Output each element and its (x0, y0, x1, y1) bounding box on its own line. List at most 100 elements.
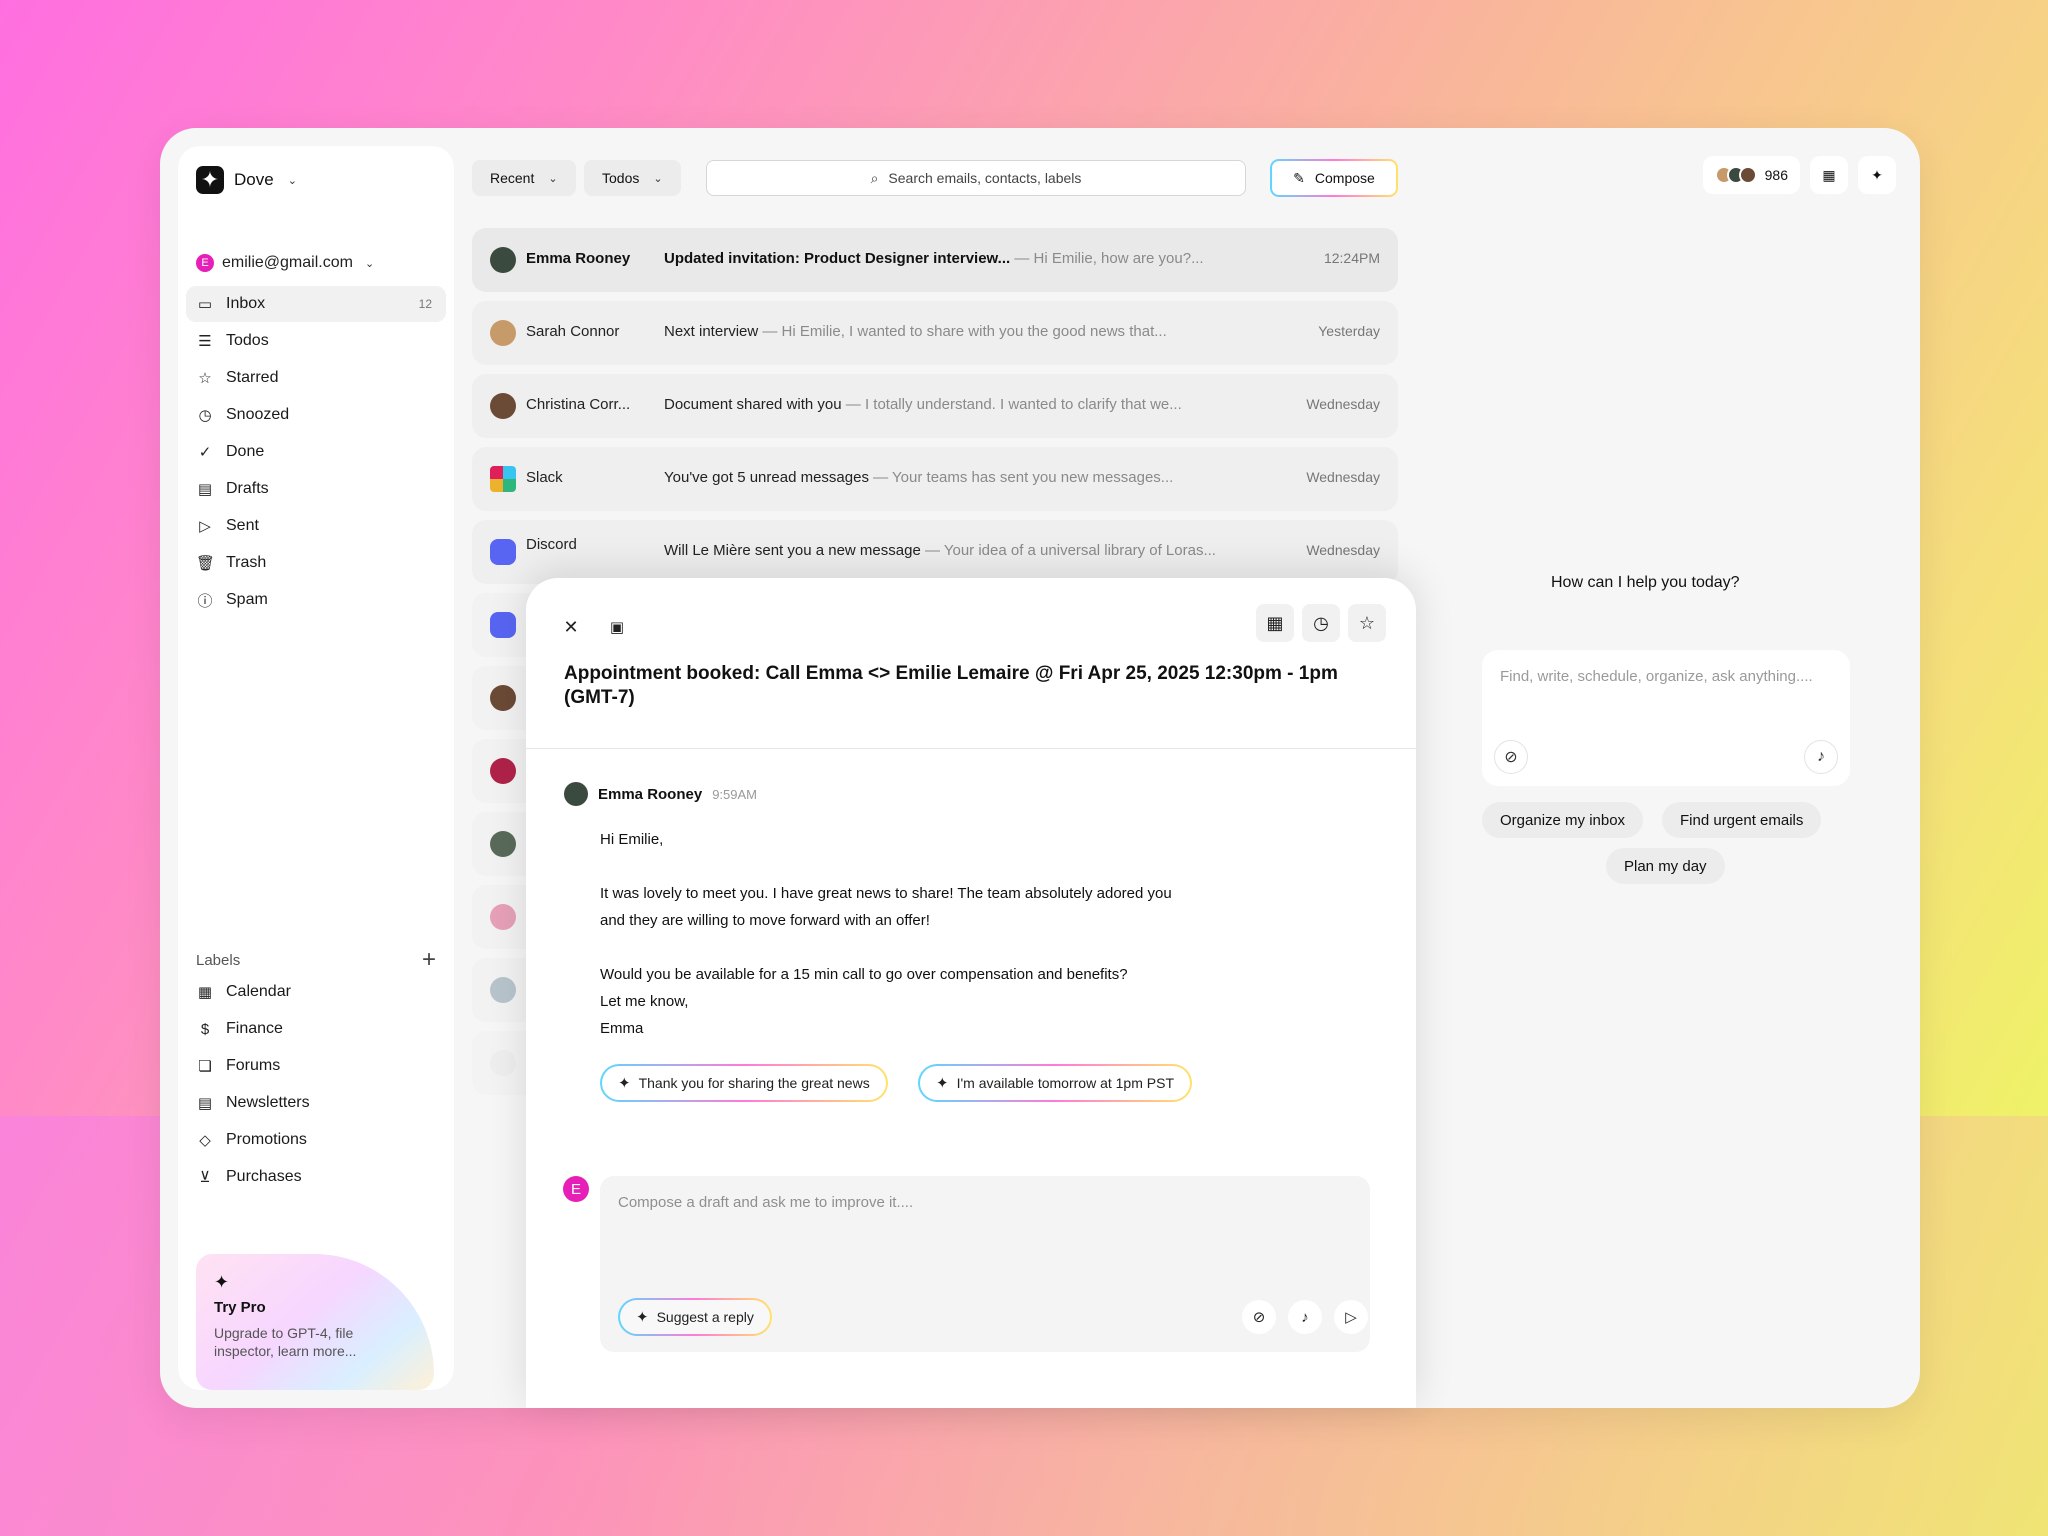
inbox-icon: ▭ (197, 296, 213, 313)
star-icon[interactable]: ☆ (1348, 604, 1386, 642)
sidebar: ✦ Dove ⌄ E emilie@gmail.com ⌄ ▭ Inbox 12 ☰… (178, 146, 454, 1390)
sidebar-item-label: Done (226, 443, 265, 460)
search-icon: ⌕ (870, 169, 879, 186)
sidebar-item-spam[interactable]: ⓘ Spam (186, 582, 446, 618)
calendar-icon[interactable]: ▦ (1256, 604, 1294, 642)
assistant-placeholder: Find, write, schedule, organize, ask any… (1500, 668, 1813, 685)
paragraph-line: Would you be available for a 15 min call… (600, 966, 1128, 983)
sidebar-item-sent[interactable]: ▷ Sent (186, 508, 446, 544)
compose-button-inner: ✎ Compose (1272, 161, 1396, 195)
workspace-switcher[interactable]: ✦ Dove ⌄ (196, 166, 297, 194)
sidebar-item-trash[interactable]: 🗑 Trash (186, 545, 446, 581)
signature: Emma (600, 1020, 644, 1037)
sidebar-item-forums[interactable]: ❏ Forums (186, 1048, 446, 1084)
email-sender: Emma Rooney (526, 250, 631, 267)
sidebar-item-label: Trash (226, 554, 267, 571)
snooze-clock-icon[interactable]: ◷ (1302, 604, 1340, 642)
account-switcher[interactable]: E emilie@gmail.com ⌄ (196, 254, 374, 272)
reply-composer[interactable]: Compose a draft and ask me to improve it… (600, 1176, 1370, 1352)
try-pro-card[interactable]: ✦ Try Pro Upgrade to GPT-4, file inspect… (196, 1254, 434, 1390)
paragraph-line: Let me know, (600, 993, 689, 1010)
close-icon[interactable]: ✕ (554, 610, 588, 644)
chip-organize-inbox[interactable]: Organize my inbox (1482, 802, 1644, 838)
add-label-icon[interactable]: + (422, 946, 436, 974)
send-icon: ▷ (199, 518, 211, 535)
chip-find-urgent[interactable]: Find urgent emails (1662, 802, 1822, 838)
email-row[interactable]: Discord Will Le Mière sent you a new mes… (472, 520, 1398, 584)
drafts-icon: ▤ (197, 481, 213, 498)
archive-icon[interactable]: ▣ (600, 610, 634, 644)
sidebar-item-label: Spam (226, 591, 268, 608)
workspace-name: Dove (234, 170, 274, 189)
suggestion-chip[interactable]: ✦ I'm available tomorrow at 1pm PST (918, 1064, 1192, 1102)
promo-title: Try Pro (214, 1299, 266, 1316)
edit-icon: ✎ (1293, 169, 1305, 186)
microphone-icon[interactable]: ♪ (1804, 740, 1838, 774)
assistant-prompt: How can I help you today? (1551, 574, 1740, 591)
chip-plan-day[interactable]: Plan my day (1606, 848, 1725, 884)
sidebar-item-label: Finance (226, 1020, 283, 1037)
account-avatar: E (196, 254, 214, 272)
sparkle-icon: ✦ (1871, 166, 1883, 183)
sidebar-item-inbox[interactable]: ▭ Inbox 12 (186, 286, 446, 322)
sidebar-item-label: Forums (226, 1057, 281, 1074)
sidebar-item-done[interactable]: ✓ Done (186, 434, 446, 470)
email-preview: — Hi Emilie, how are you?... (1014, 250, 1204, 267)
email-row[interactable]: Emma Rooney Updated invitation: Product … (472, 228, 1398, 292)
ai-sparkle-button[interactable]: ✦ (1858, 156, 1896, 194)
email-time: 12:24PM (1323, 250, 1380, 266)
paragraph-line: and they are willing to move forward wit… (600, 912, 930, 929)
newsletter-icon: ▤ (197, 1095, 213, 1112)
send-icon[interactable]: ▷ (1334, 1300, 1368, 1334)
sidebar-item-calendar[interactable]: ▦ Calendar (186, 974, 446, 1010)
email-sender: Sarah Connor (526, 323, 620, 340)
email-subject: Document shared with you — I totally und… (664, 396, 1182, 413)
sender-avatar (490, 1050, 516, 1076)
microphone-icon[interactable]: ♪ (1288, 1300, 1322, 1334)
account-email: emilie@gmail.com (222, 254, 353, 271)
message-time: 9:59AM (712, 786, 758, 802)
discord-icon (490, 539, 516, 565)
sidebar-item-finance[interactable]: $ Finance (186, 1011, 446, 1047)
sparkle-icon: ✦ (618, 1075, 631, 1092)
suggest-reply-button[interactable]: ✦ Suggest a reply (618, 1298, 772, 1336)
sidebar-item-promotions[interactable]: ◇ Promotions (186, 1122, 446, 1158)
subject-text: You've got 5 unread messages (664, 469, 869, 486)
sidebar-item-todos[interactable]: ☰ Todos (186, 323, 446, 359)
attach-icon[interactable]: ⊘ (1494, 740, 1528, 774)
star-icon: ☆ (198, 370, 212, 387)
sidebar-item-newsletters[interactable]: ▤ Newsletters (186, 1085, 446, 1121)
contacts-button[interactable]: 986 (1702, 156, 1800, 194)
sidebar-item-label: Snoozed (226, 406, 290, 423)
attach-icon[interactable]: ⊘ (1242, 1300, 1276, 1334)
sidebar-item-drafts[interactable]: ▤ Drafts (186, 471, 446, 507)
email-sender: Christina Corr... (526, 396, 631, 413)
email-preview: — I totally understand. I wanted to clar… (845, 396, 1182, 413)
composer-placeholder: Compose a draft and ask me to improve it… (618, 1194, 914, 1211)
email-subject: You've got 5 unread messages — Your team… (664, 469, 1173, 486)
sidebar-item-purchases[interactable]: ⊻ Purchases (186, 1159, 446, 1195)
sidebar-item-label: Purchases (226, 1168, 302, 1185)
sidebar-item-snoozed[interactable]: ◷ Snoozed (186, 397, 446, 433)
todos-filter[interactable]: Todos ⌄ (584, 160, 681, 196)
suggestion-chip[interactable]: ✦ Thank you for sharing the great news (600, 1064, 888, 1102)
email-row[interactable]: Slack You've got 5 unread messages — You… (472, 447, 1398, 511)
suggest-reply-inner: ✦ Suggest a reply (620, 1300, 770, 1334)
suggestion-label: I'm available tomorrow at 1pm PST (956, 1075, 1174, 1091)
email-time: Wednesday (1306, 469, 1380, 485)
assistant-input[interactable]: Find, write, schedule, organize, ask any… (1482, 650, 1850, 786)
calendar-icon: ▦ (197, 984, 213, 1001)
search-input[interactable]: ⌕ Search emails, contacts, labels (706, 160, 1246, 196)
preview-text: Your teams has sent you new messages... (892, 469, 1174, 486)
email-row[interactable]: Sarah Connor Next interview — Hi Emilie,… (472, 301, 1398, 365)
email-sender: Slack (526, 469, 563, 486)
email-row[interactable]: Christina Corr... Document shared with y… (472, 374, 1398, 438)
recent-filter[interactable]: Recent ⌄ (472, 160, 576, 196)
sidebar-item-starred[interactable]: ☆ Starred (186, 360, 446, 396)
chevron-down-icon: ⌄ (287, 174, 297, 187)
compose-button[interactable]: ✎ Compose (1270, 159, 1398, 197)
preview-text: Hi Emilie, I wanted to share with you th… (781, 323, 1167, 340)
calendar-button[interactable]: ▦ (1810, 156, 1848, 194)
suggestion-label: Thank you for sharing the great news (638, 1075, 870, 1091)
